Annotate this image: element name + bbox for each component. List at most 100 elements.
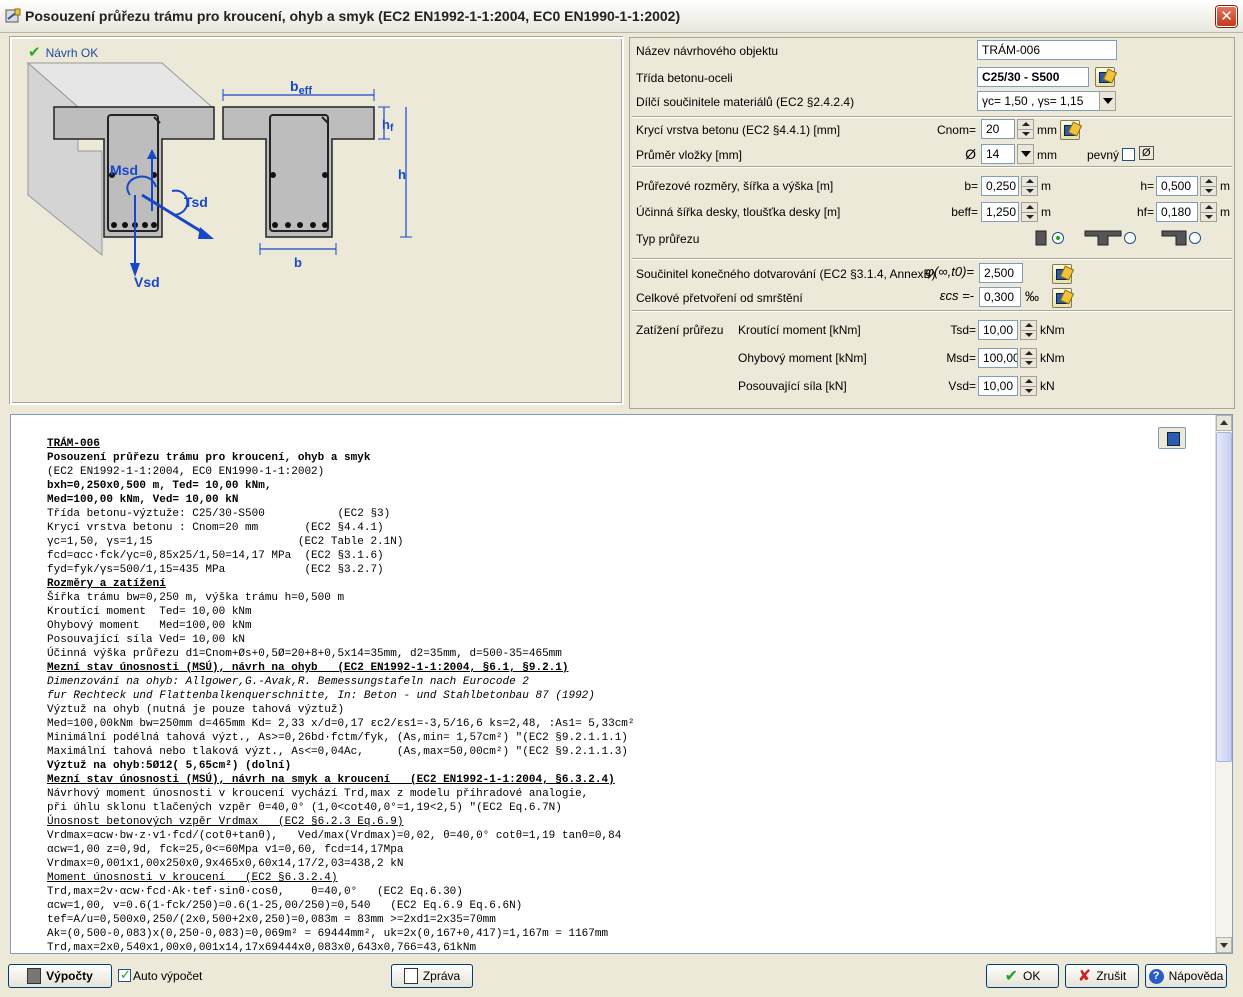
report-line: Minimální podélná tahová výzt., As>=0,26… — [47, 732, 628, 744]
rect-section-icon — [1035, 230, 1047, 246]
divider — [632, 166, 1232, 168]
report-line: fcd=αcc·fck/γc=0,85x25/1,50=14,17 MPa (E… — [47, 550, 384, 562]
bar-diam-label: Průměr vložky [mm] — [636, 148, 743, 162]
concrete-label: Třída betonu-oceli — [636, 71, 733, 85]
hf-unit: m — [1220, 205, 1230, 219]
h-input[interactable]: 0,500 — [1156, 176, 1198, 196]
divider — [632, 116, 1232, 118]
msd-unit: kNm — [1040, 351, 1065, 365]
tsd-spinner[interactable] — [1020, 320, 1037, 340]
creep-input[interactable]: 2,500 — [979, 263, 1023, 283]
check-icon: ✓ — [120, 967, 131, 982]
cover-label: Krycí vrstva betonu (EC2 §4.4.1) [mm] — [636, 123, 841, 137]
msd-spinner[interactable] — [1020, 348, 1037, 368]
divider — [632, 310, 1232, 312]
input-panel: Název návrhového objektu TRÁM-006 Třída … — [629, 37, 1235, 409]
factors-label: Dílčí součinitele materiálů (EC2 §2.4.2.… — [636, 95, 855, 109]
close-button[interactable]: ✕ — [1216, 6, 1237, 27]
vsd-spinner[interactable] — [1020, 376, 1037, 396]
auto-calc-checkbox[interactable]: ✓ — [118, 967, 131, 982]
napoveda-button[interactable]: ? Nápověda — [1145, 964, 1227, 988]
cover-unit: mm — [1037, 123, 1057, 137]
vsd-symbol: Vsd= — [948, 379, 976, 393]
scroll-thumb[interactable] — [1216, 432, 1232, 762]
report-line: Únosnost betonových vzpěr Vrdmax (EC2 §6… — [47, 816, 404, 828]
beff-input[interactable]: 1,250 — [981, 202, 1019, 222]
diam-icon[interactable]: Ø — [1139, 146, 1154, 160]
window-title: Posouzení průřezu trámu pro kroucení, oh… — [25, 8, 681, 24]
report-line: při úhlu sklonu tlačených vzpěr θ=40,0° … — [47, 802, 562, 814]
report-line: Výztuž na ohyb (nutná je pouze tahová vý… — [47, 704, 345, 716]
h-symbol: h= — [1140, 179, 1154, 193]
auto-calc-label: Auto výpočet — [133, 969, 203, 983]
vypocty-button[interactable]: Výpočty — [8, 964, 112, 988]
tsd-unit: kNm — [1040, 323, 1065, 337]
report-line: Posouvající síla Ved= 10,00 kN — [47, 634, 246, 646]
l-section-icon — [1161, 230, 1187, 246]
ok-button[interactable]: ✔ OK — [986, 964, 1059, 988]
shrink-symbol: εcs =- — [939, 288, 974, 303]
title-bar: Posouzení průřezu trámu pro kroucení, oh… — [0, 0, 1243, 33]
cover-spinner[interactable] — [1017, 119, 1034, 139]
report-line: αcw=1,00 z=0,9d, fck=25,0<=60Mpa v1=0,60… — [47, 844, 404, 856]
msd-input[interactable]: 100,00 — [978, 348, 1018, 368]
type-l-radio[interactable] — [1189, 232, 1201, 244]
concrete-edit-icon[interactable] — [1095, 67, 1115, 87]
shrink-edit-icon[interactable] — [1052, 288, 1072, 308]
chevron-down-icon[interactable] — [1017, 144, 1034, 164]
report-line: Mezní stav únosnosti (MSÚ), návrh na smy… — [47, 774, 615, 786]
beff-symbol: beff= — [951, 205, 978, 219]
b-symbol: b= — [964, 179, 978, 193]
report-line: Med=100,00 kNm, Ved= 10,00 kN — [47, 494, 239, 506]
report-line: Dimenzování na ohyb: Allgower,G.-Avak,R.… — [47, 676, 529, 688]
beff-spinner[interactable] — [1021, 202, 1038, 222]
type-t-radio[interactable] — [1124, 232, 1136, 244]
zrusit-button[interactable]: ✘ Zrušit — [1065, 964, 1139, 988]
zprava-button[interactable]: Zpráva — [391, 964, 473, 988]
vertical-scrollbar[interactable] — [1215, 415, 1232, 953]
factors-select[interactable]: γc= 1,50 , γs= 1,15 — [977, 91, 1101, 111]
tsd-input[interactable]: 10,00 — [978, 320, 1018, 340]
chevron-down-icon[interactable] — [1099, 91, 1116, 111]
print-icon[interactable] — [1158, 427, 1186, 449]
loads-label: Zatížení průřezu — [636, 323, 724, 337]
b-unit: m — [1041, 179, 1051, 193]
concrete-input[interactable]: C25/30 - S500 — [977, 67, 1089, 87]
dims-label: Průřezové rozměry, šířka a výška [m] — [636, 179, 834, 193]
shrink-input[interactable]: 0,300 — [979, 287, 1021, 307]
creep-label: Součinitel konečného dotvarování (EC2 §3… — [636, 267, 936, 281]
hf-input[interactable]: 0,180 — [1156, 202, 1198, 222]
h-spinner[interactable] — [1200, 176, 1217, 196]
report-line: Trd,max=2v·αcw·fcd·Ak·tef·sinθ·cosθ, θ=4… — [47, 886, 463, 898]
cover-edit-icon[interactable] — [1060, 120, 1080, 140]
name-input[interactable]: TRÁM-006 — [977, 40, 1117, 60]
report-view[interactable]: TRÁM-006 Posouzení průřezu trámu pro kro… — [10, 414, 1233, 954]
report-line: Mezní stav únosnosti (MSÚ), návrh na ohy… — [47, 662, 569, 674]
type-rect-radio[interactable] — [1052, 232, 1064, 244]
hf-spinner[interactable] — [1200, 202, 1217, 222]
fixed-diam-checkbox[interactable] — [1122, 148, 1135, 161]
bar-diam-input[interactable]: 14 — [981, 144, 1015, 164]
report-line: Vrdmax=αcw·bw·z·v1·fcd/(cotθ+tanθ), Ved/… — [47, 830, 622, 842]
zprava-label: Zpráva — [422, 969, 461, 983]
scroll-up-icon[interactable] — [1216, 415, 1232, 431]
report-line: (EC2 EN1992-1-1:2004, EC0 EN1990-1-1:200… — [47, 466, 325, 478]
msd-symbol: Msd= — [946, 351, 976, 365]
report-line: Účinná výška průřezu d1=Cnom+Øs+0,5Ø=20+… — [47, 648, 562, 660]
report-line: Třída betonu-výztuže: C25/30-S500 (EC2 §… — [47, 508, 391, 520]
check-icon: ✔ — [1004, 968, 1019, 985]
diam-symbol: Ø — [965, 146, 976, 162]
report-text: TRÁM-006 Posouzení průřezu trámu pro kro… — [47, 437, 635, 953]
b-input[interactable]: 0,250 — [981, 176, 1019, 196]
report-icon — [403, 968, 418, 984]
cover-input[interactable]: 20 — [981, 119, 1015, 139]
b-spinner[interactable] — [1021, 176, 1038, 196]
calculator-icon — [27, 968, 42, 984]
scroll-down-icon[interactable] — [1216, 937, 1232, 953]
vsd-unit: kN — [1040, 379, 1055, 393]
creep-edit-icon[interactable] — [1052, 264, 1072, 284]
vsd-input[interactable]: 10,00 — [978, 376, 1018, 396]
report-line: TRÁM-006 — [47, 438, 100, 450]
h-label: h — [398, 167, 406, 182]
button-bar: Výpočty ✓ Auto výpočet Zpráva ✔ OK ✘ Zru… — [0, 960, 1243, 997]
